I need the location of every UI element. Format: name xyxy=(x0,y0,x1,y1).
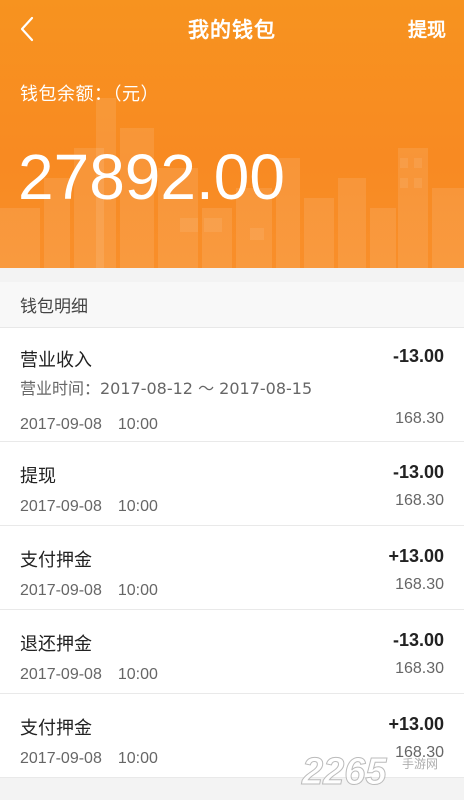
svg-text:2265: 2265 xyxy=(301,751,387,793)
transaction-item[interactable]: 营业收入 -13.00 营业时间：2017-08-12 ～ 2017-08-15… xyxy=(0,328,464,442)
transaction-amount: +13.00 xyxy=(388,546,444,566)
site-watermark-logo: 2265 手游网 xyxy=(301,751,439,794)
wallet-details-header: 钱包明细 xyxy=(0,282,464,328)
wallet-header: 我的钱包 提现 钱包余额：（元） 27892.00 xyxy=(0,0,464,268)
transaction-title: 提现 xyxy=(20,466,56,487)
transaction-date: 2017-09-08 10:00 xyxy=(20,582,158,599)
transaction-balance: 168.30 xyxy=(395,576,444,593)
transaction-amount: -13.00 xyxy=(392,630,444,650)
withdraw-button[interactable]: 提现 xyxy=(408,15,446,42)
transaction-list: 营业收入 -13.00 营业时间：2017-08-12 ～ 2017-08-15… xyxy=(0,328,464,778)
transaction-business-period: 营业时间：2017-08-12 ～ 2017-08-15 xyxy=(20,379,313,398)
transaction-date: 2017-09-08 10:00 xyxy=(20,416,158,433)
transaction-title: 退还押金 xyxy=(20,634,92,655)
transaction-title: 营业收入 xyxy=(20,350,92,371)
transaction-amount: +13.00 xyxy=(388,714,444,734)
transaction-title: 支付押金 xyxy=(20,550,92,571)
transaction-balance: 168.30 xyxy=(395,660,444,677)
transaction-item[interactable]: 支付押金 +13.00 2017-09-08 10:00 168.30 xyxy=(0,526,464,610)
balance-amount: 27892.00 xyxy=(18,141,285,213)
transaction-date: 2017-09-08 10:00 xyxy=(20,498,158,515)
navigation-bar: 我的钱包 提现 xyxy=(0,0,464,58)
page-title: 我的钱包 xyxy=(188,18,276,42)
balance-label: 钱包余额：（元） xyxy=(20,84,159,105)
transaction-title: 支付押金 xyxy=(20,718,92,739)
transaction-amount: -13.00 xyxy=(392,462,444,482)
transaction-balance: 168.30 xyxy=(395,492,444,509)
transaction-amount: -13.00 xyxy=(392,346,444,366)
transaction-date: 2017-09-08 10:00 xyxy=(20,666,158,683)
transaction-balance: 168.30 xyxy=(395,410,444,427)
transaction-date: 2017-09-08 10:00 xyxy=(20,750,158,767)
svg-text:手游网: 手游网 xyxy=(402,757,438,771)
transaction-item[interactable]: 退还押金 -13.00 2017-09-08 10:00 168.30 xyxy=(0,610,464,694)
transaction-item[interactable]: 提现 -13.00 2017-09-08 10:00 168.30 xyxy=(0,442,464,526)
section-divider xyxy=(0,268,464,282)
